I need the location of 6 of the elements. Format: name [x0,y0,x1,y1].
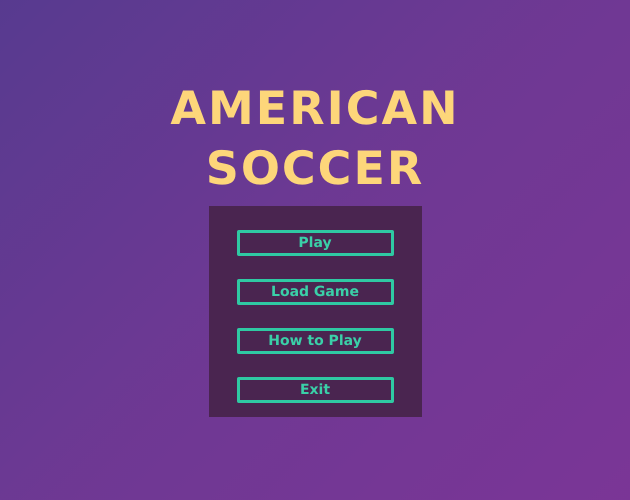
menu-button[interactable]: How to Play [236,328,394,354]
menu-button[interactable]: Play [236,230,394,256]
menu-button[interactable]: Exit [236,377,394,403]
menu-button[interactable]: Load Game [236,279,394,305]
game-title: SOCCER [206,144,424,192]
game-title: AMERICAN [170,84,460,132]
